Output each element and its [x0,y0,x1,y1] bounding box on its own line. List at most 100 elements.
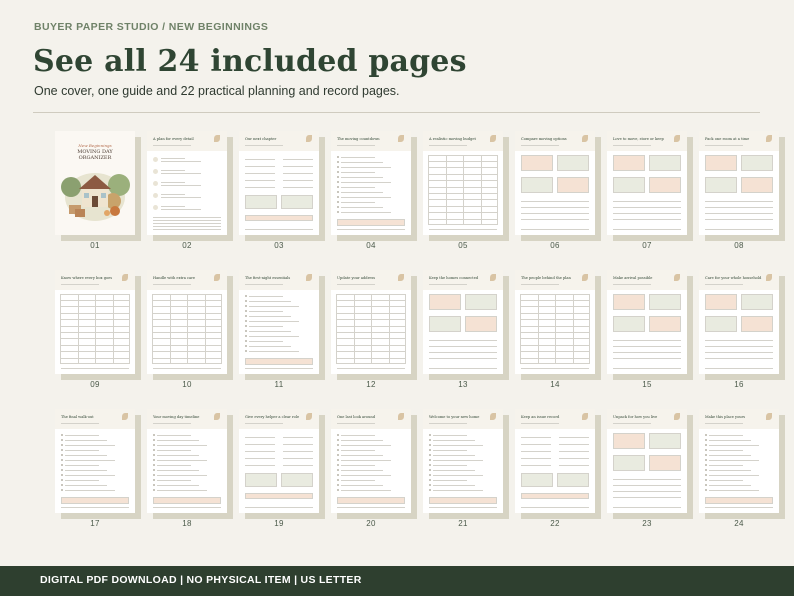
page-preview: Make this place yours [699,409,779,513]
leaf-icon [214,135,220,142]
field-box [613,433,645,449]
leaf-icon [766,274,772,281]
checkbox-dot [153,434,155,436]
rule-line [157,480,191,481]
field-box [741,316,773,332]
column-line [480,155,482,225]
rule-line [705,340,773,341]
rule-line [341,207,383,208]
field-box [337,219,405,226]
leaf-icon [674,274,680,281]
rule-line [429,368,497,369]
checkbox-dot [245,345,247,347]
field-box [613,316,645,332]
rule-line [613,358,681,359]
leaf-icon [398,135,404,142]
page-preview: Welcome to your new home [423,409,503,513]
field-box [613,177,645,193]
rule-line [341,197,391,198]
checkbox-dot [61,439,63,441]
checkbox-dot [61,489,63,491]
page-title-text: The people behind the plan [521,276,571,280]
rule-line [341,460,391,461]
page-preview: A plan for every detail [147,131,227,235]
rule-line [613,346,681,347]
rule-line [521,229,589,230]
leaf-icon [582,274,588,281]
rule-line [613,229,681,230]
rule-line [709,465,743,466]
checkbox-dot [337,156,339,158]
checkbox-dot [429,479,431,481]
checkbox-dot [337,474,339,476]
page-preview: Keep the homes connected [423,270,503,374]
page-title-text: Update your address [337,276,376,280]
rule-line [705,507,773,508]
rule-line [245,458,275,459]
rule-line [161,182,185,183]
page-title-text: The first-night essentials [245,276,291,280]
checkbox-dot [61,454,63,456]
page-number: 13 [458,380,468,389]
cover-title: MOVING DAY ORGANIZER [55,149,135,161]
field-box [649,433,681,449]
checkbox-dot [153,444,155,446]
footer-text: DIGITAL PDF DOWNLOAD | NO PHYSICAL ITEM … [40,574,362,586]
rule-line [433,490,483,491]
field-box [741,155,773,171]
page-number: 07 [642,241,652,250]
checkbox-dot [705,484,707,486]
step-icon [153,169,158,174]
rule-line [433,475,483,476]
field-box [429,497,497,504]
rule-line [613,368,681,369]
field-box [613,294,645,310]
page-preview: Love to move, store or keep [607,131,687,235]
field-box [741,177,773,193]
checkbox-dot [337,464,339,466]
checkbox-dot [153,459,155,461]
page-number: 22 [550,519,560,528]
rule-line [283,444,313,445]
checkbox-dot [705,439,707,441]
field-box [521,177,553,193]
page-number: 12 [366,380,376,389]
leaf-icon [490,413,496,420]
field-box [649,294,681,310]
field-box [245,473,277,487]
rule-line [705,213,773,214]
rule-line [433,480,467,481]
rule-line [429,284,467,285]
rule-line [705,352,773,353]
field-box [613,455,645,471]
rule-line [341,202,375,203]
checkbox-dot [61,469,63,471]
page-number: 09 [90,380,100,389]
rule-line [521,458,551,459]
rule-line [249,326,283,327]
leaf-icon [398,274,404,281]
rule-line [341,182,391,183]
rule-line [157,475,207,476]
rule-line [157,455,199,456]
checkbox-dot [337,186,339,188]
step-icon [153,205,158,210]
rule-line [249,296,283,297]
field-box [61,497,129,504]
checkbox-dot [705,434,707,436]
rule-line [521,465,551,466]
field-box [521,473,553,487]
field-box [557,473,589,487]
rule-line [521,437,551,438]
page-title-text: The final walk-out [61,415,94,419]
checkbox-dot [705,449,707,451]
rule-line [341,455,383,456]
rule-line [705,423,743,424]
checkbox-dot [245,325,247,327]
rule-line [245,187,275,188]
rule-line [283,187,313,188]
rule-line [613,352,681,353]
checkbox-dot [153,454,155,456]
rule-line [161,209,201,210]
page-number: 18 [182,519,192,528]
